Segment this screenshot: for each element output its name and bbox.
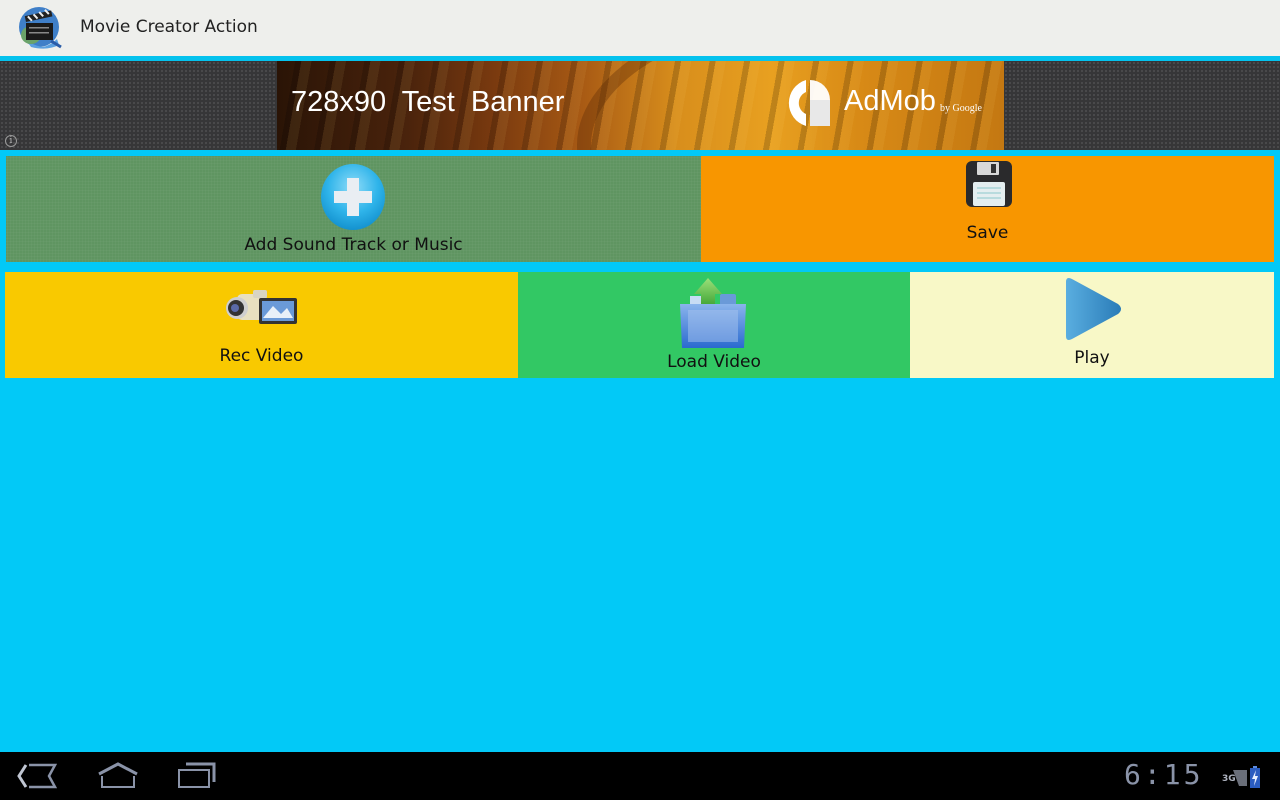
rec-video-label: Rec Video [219,346,304,366]
load-video-label: Load Video [667,352,761,372]
app-title: Movie Creator Action [80,17,258,37]
admob-by-google: by Google [940,103,982,114]
plus-circle-icon [321,164,385,230]
admob-logo-icon [788,80,830,126]
add-sound-track-label: Add Sound Track or Music [244,235,463,255]
ad-area: i 728x90 Test Banner AdMob by Google [0,61,1280,150]
admob-brand: AdMob [844,85,936,117]
load-video-button[interactable]: Load Video [518,272,910,378]
system-nav-bar: 6:15 3G [0,752,1280,800]
ad-banner[interactable]: 728x90 Test Banner AdMob by Google [277,61,1004,150]
save-label: Save [966,223,1009,243]
floppy-disk-icon [966,161,1012,207]
recent-apps-icon[interactable] [176,762,218,790]
folder-upload-icon [680,278,746,348]
add-sound-track-button[interactable]: Add Sound Track or Music [6,156,701,262]
clock[interactable]: 6:15 [1124,758,1203,791]
play-button[interactable]: Play [910,272,1274,378]
signal-icon [1233,770,1247,786]
save-button[interactable]: Save [701,156,1274,262]
camcorder-icon [226,290,297,324]
home-icon[interactable] [96,762,140,790]
rec-video-button[interactable]: Rec Video [5,272,518,378]
battery-charging-icon [1250,766,1260,788]
play-label: Play [1074,348,1110,368]
app-icon [19,7,62,49]
back-icon[interactable] [17,762,57,790]
ad-info-icon[interactable]: i [5,135,17,147]
action-bar: Movie Creator Action [0,0,1280,56]
play-icon [1066,278,1121,340]
ad-banner-text: 728x90 Test Banner [291,86,565,118]
